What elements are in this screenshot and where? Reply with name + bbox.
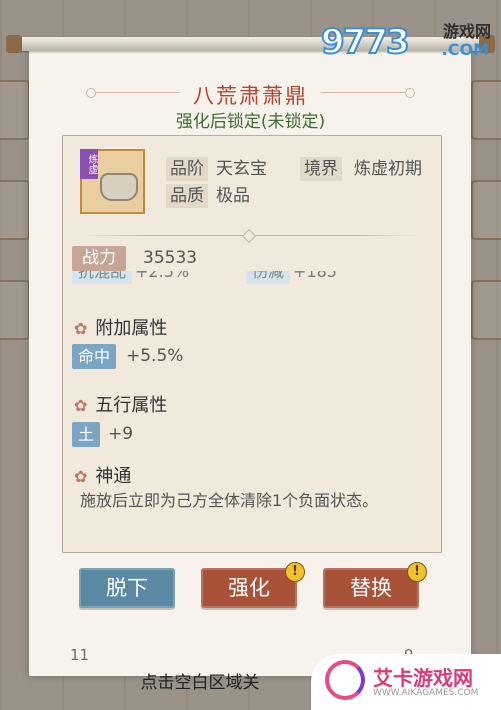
hit-value: +5.5% bbox=[126, 346, 184, 366]
flower-icon: ✿ bbox=[74, 319, 88, 338]
realm-value: 炼虚初期 bbox=[354, 159, 422, 179]
quality-label: 品质 bbox=[166, 184, 208, 208]
hit-label: 命中 bbox=[72, 344, 117, 369]
watermark-number: 9773 bbox=[320, 21, 411, 63]
alert-badge-icon: ! bbox=[407, 562, 427, 582]
unequip-button-label: 脱下 bbox=[106, 576, 148, 600]
site-watermark: 9773 游戏网 .COM bbox=[320, 16, 491, 64]
enhance-button[interactable]: 强化 ! bbox=[201, 562, 305, 608]
alert-badge-icon: ! bbox=[285, 562, 305, 582]
enhance-button-label: 强化 bbox=[228, 576, 270, 600]
clipped-stat-right-value: +185 bbox=[293, 271, 337, 281]
ability-heading-text: 神通 bbox=[95, 466, 132, 487]
item-tier-tag: 炼虚 bbox=[80, 149, 98, 179]
ability-description: 施放后立即为己方全体清除1个负面状态。 bbox=[80, 491, 379, 510]
flower-icon: ✿ bbox=[74, 396, 88, 415]
clipped-stat-left: 抗混乱 +2.5% bbox=[72, 271, 189, 285]
five-elements-heading: ✿ 五行属性 bbox=[74, 391, 167, 417]
watermark-site: 游戏网 bbox=[442, 22, 491, 41]
clipped-stat-left-value: +2.5% bbox=[135, 271, 190, 281]
extra-attr-heading: ✿ 附加属性 bbox=[74, 314, 167, 340]
earth-value: +9 bbox=[108, 424, 134, 444]
rod-knob-left bbox=[6, 35, 22, 53]
clipped-stat-right: 伤减 +185 bbox=[246, 271, 337, 285]
clipped-stat-right-label: 伤减 bbox=[246, 271, 291, 284]
logo-icon bbox=[325, 660, 365, 700]
item-icon: 炼虚 bbox=[80, 149, 145, 214]
item-name: 八荒肃萧鼎 bbox=[193, 84, 308, 108]
power-value: 35533 bbox=[143, 248, 198, 268]
clipped-stat-left-label: 抗混乱 bbox=[72, 271, 133, 284]
divider bbox=[80, 235, 420, 236]
replace-button[interactable]: 替换 ! bbox=[323, 562, 427, 608]
earth-label: 土 bbox=[72, 422, 101, 447]
unequip-button[interactable]: 脱下 bbox=[79, 568, 175, 608]
five-elements-heading-text: 五行属性 bbox=[95, 395, 168, 416]
corner-watermark-url: WWW.AIKAGAMES.COM bbox=[373, 688, 479, 698]
power-label: 战力 bbox=[72, 246, 126, 271]
cauldron-icon bbox=[100, 173, 138, 201]
corner-watermark-name: 艾卡游戏网 bbox=[373, 666, 473, 690]
enhance-lock-status[interactable]: 强化后锁定(未锁定) bbox=[0, 107, 501, 132]
extra-attr-heading-text: 附加属性 bbox=[95, 318, 168, 339]
watermark-domain: .COM bbox=[441, 40, 489, 59]
realm-label: 境界 bbox=[300, 157, 342, 181]
flower-icon: ✿ bbox=[74, 467, 88, 486]
close-hint: 点击空白区域关 bbox=[140, 673, 260, 693]
grade-label: 品阶 bbox=[166, 157, 208, 181]
bottom-count-left: 11 bbox=[70, 646, 90, 664]
ability-heading: ✿ 神通 bbox=[74, 462, 131, 488]
corner-watermark: 艾卡游戏网 WWW.AIKAGAMES.COM bbox=[311, 654, 501, 710]
quality-value: 极品 bbox=[216, 186, 250, 206]
grade-value: 天玄宝 bbox=[216, 159, 267, 179]
replace-button-label: 替换 bbox=[350, 576, 392, 600]
